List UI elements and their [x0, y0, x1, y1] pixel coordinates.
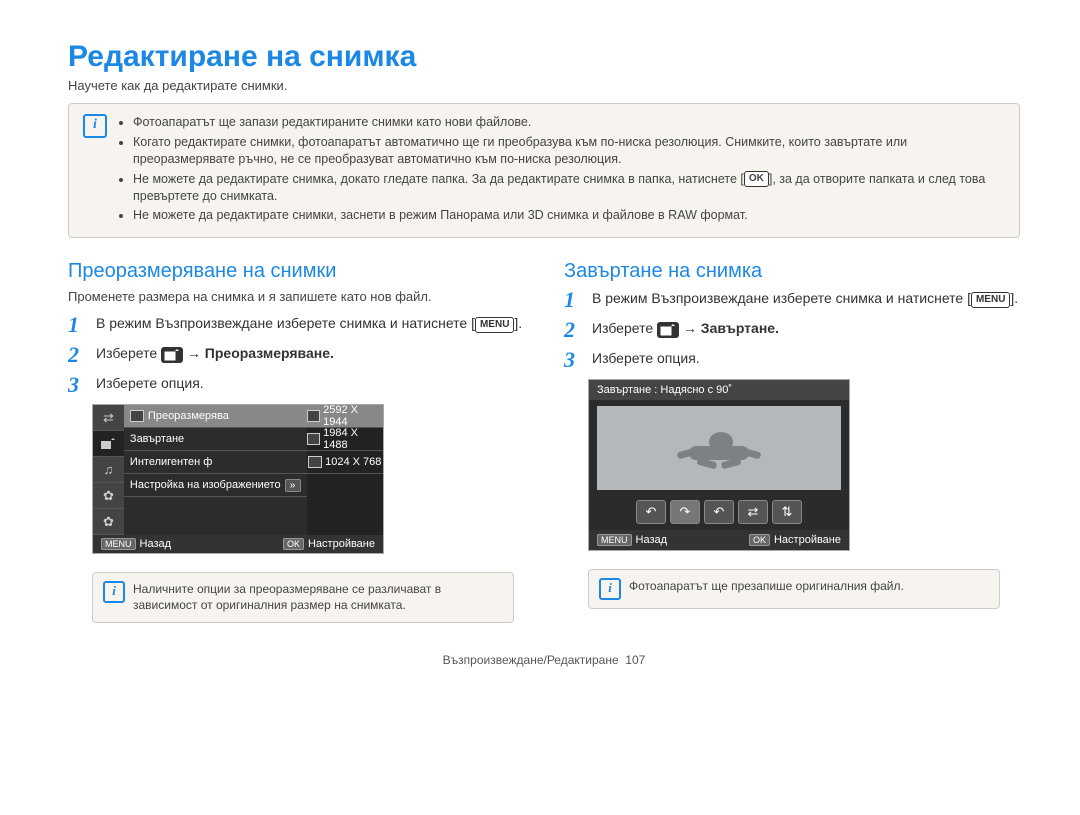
step-text: Изберете → Завъртане.: [592, 319, 779, 339]
menu-row: Интелигентен ф: [124, 451, 307, 474]
resize-screenshot: ⇄ ♫ ✿ ✿ Преоразмерява Завъртане Интелиге…: [92, 404, 384, 554]
rotate-section: Завъртане на снимка 1 В режим Възпроизве…: [564, 260, 1020, 622]
resize-note-box: i Наличните опции за преоразмеряване се …: [92, 572, 514, 622]
step-number: 1: [564, 289, 582, 311]
rotate-left-icon: ↶: [704, 500, 734, 524]
step-text: Изберете → Преоразмеряване.: [96, 344, 334, 364]
shot-menu: Преоразмерява Завъртане Интелигентен ф Н…: [124, 405, 307, 535]
picture-icon: [307, 433, 321, 445]
flip-horizontal-icon: ⇄: [738, 500, 768, 524]
edit-photo-icon: [161, 347, 183, 363]
picture-icon: [130, 410, 144, 422]
music-icon: ♫: [93, 457, 124, 483]
menu-button-icon: MENU: [597, 534, 632, 546]
picture-icon: [307, 410, 321, 422]
step-number: 3: [68, 374, 86, 396]
step-prefix: Изберете: [96, 345, 161, 361]
step-text: Изберете опция.: [96, 374, 204, 394]
step-number: 2: [564, 319, 582, 341]
section-heading-rotate: Завъртане на снимка: [564, 260, 1020, 283]
page-footer: Възпроизвеждане/Редактиране 107: [68, 653, 1020, 667]
menu-row-label: Настройка на изображението: [130, 479, 281, 491]
menu-row: Завъртане: [124, 428, 307, 451]
info-icon: i: [83, 114, 107, 138]
section-heading-resize: Преоразмеряване на снимки: [68, 260, 524, 283]
step-number: 3: [564, 349, 582, 371]
note-item: Когато редактирате снимки, фотоапаратът …: [133, 134, 1005, 168]
menu-row: Настройка на изображението »: [124, 474, 307, 497]
shot-options: 2592 X 1944 1984 X 1488 1024 X 768: [307, 405, 383, 535]
menu-icon: MENU: [971, 292, 1010, 308]
top-note-box: i Фотоапаратът ще запази редактираните с…: [68, 103, 1020, 238]
chevron-right-icon: »: [285, 479, 301, 492]
step-text: В режим Възпроизвеждане изберете снимка …: [592, 289, 1018, 309]
size-label: 1024 X 768: [325, 456, 381, 468]
size-label: 1984 X 1488: [323, 427, 383, 451]
footer-page-number: 107: [625, 653, 645, 667]
edit-photo-icon: [93, 431, 124, 457]
step-number: 1: [68, 314, 86, 336]
swap-icon: ⇄: [93, 405, 124, 431]
menu-row: Преоразмерява: [124, 405, 307, 428]
gear-icon: ✿: [93, 509, 124, 535]
menu-row-label: Преоразмерява: [148, 410, 229, 422]
section-desc-resize: Променете размера на снимка и я запишете…: [68, 289, 524, 304]
step-text: Изберете опция.: [592, 349, 700, 369]
page-intro: Научете как да редактирате снимки.: [68, 78, 1020, 93]
menu-icon: MENU: [475, 317, 514, 333]
size-option: 1984 X 1488: [307, 428, 383, 451]
rotate-title: Завъртане : Надясно с 90˚: [589, 380, 849, 400]
rotate-screenshot: Завъртане : Надясно с 90˚ ↶ ↷ ↶ ⇄: [588, 379, 850, 551]
step-number: 2: [68, 344, 86, 366]
ok-button-icon: OK: [283, 538, 304, 550]
picture-icon: [308, 456, 322, 468]
rotate-note-box: i Фотоапаратът ще презапише оригиналния …: [588, 569, 1000, 609]
back-label: Назад: [140, 538, 172, 550]
menu-button-icon: MENU: [101, 538, 136, 550]
flip-vertical-icon: ⇅: [772, 500, 802, 524]
shot-footer: MENU Назад OK Настройване: [93, 535, 383, 553]
edit-photo-icon: [657, 322, 679, 338]
rotate-toolbar: ↶ ↷ ↶ ⇄ ⇅: [589, 496, 849, 530]
rotate-right-icon: ↷: [670, 500, 700, 524]
page-title: Редактиране на снимка: [68, 40, 1020, 74]
menu-row-label: Интелигентен ф: [130, 456, 212, 468]
share-icon: ✿: [93, 483, 124, 509]
shot-sidebar: ⇄ ♫ ✿ ✿: [93, 405, 124, 535]
note-item: Фотоапаратът ще запази редактираните сни…: [133, 114, 1005, 131]
menu-row-label: Завъртане: [130, 433, 184, 445]
size-label: 2592 X 1944: [323, 404, 383, 428]
shot-footer: MENU Назад OK Настройване: [589, 530, 849, 550]
note-item: Не можете да редактирате снимка, докато …: [133, 171, 1005, 205]
footer-section: Възпроизвеждане/Редактиране: [443, 653, 619, 667]
set-label: Настройване: [774, 534, 841, 546]
back-label: Назад: [636, 534, 668, 546]
ok-icon: OK: [744, 171, 769, 187]
step-suffix: → Преоразмеряване.: [187, 345, 334, 361]
note-text: Фотоапаратът ще презапише оригиналния фа…: [629, 578, 904, 600]
ok-button-icon: OK: [749, 534, 770, 546]
top-note-list: Фотоапаратът ще запази редактираните сни…: [117, 114, 1005, 227]
undo-icon: ↶: [636, 500, 666, 524]
info-icon: i: [599, 578, 621, 600]
step-suffix: → Завъртане.: [683, 320, 779, 336]
set-label: Настройване: [308, 538, 375, 550]
note-text: Наличните опции за преоразмеряване се ра…: [133, 581, 503, 613]
size-option: 2592 X 1944: [307, 405, 383, 428]
step-prefix: Изберете: [592, 320, 657, 336]
resize-section: Преоразмеряване на снимки Променете разм…: [68, 260, 524, 622]
info-icon: i: [103, 581, 125, 603]
size-option: 1024 X 768: [307, 451, 383, 474]
rotate-preview: [597, 406, 841, 490]
step-text: В режим Възпроизвеждане изберете снимка …: [96, 314, 522, 334]
note-item: Не можете да редактирате снимки, заснети…: [133, 207, 1005, 224]
